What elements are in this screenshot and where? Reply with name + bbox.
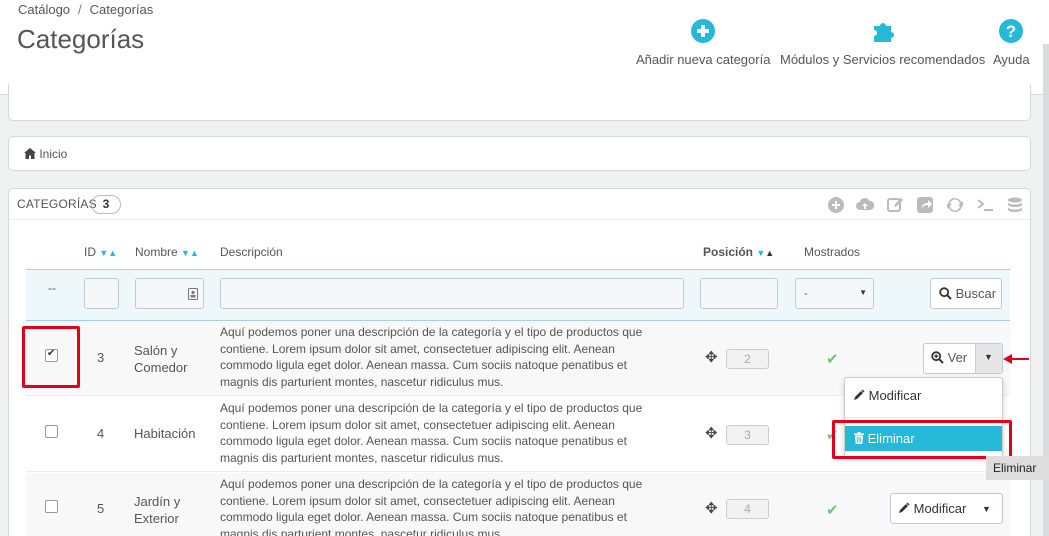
filter-displayed-select[interactable]: - ▼ xyxy=(795,278,874,309)
filter-name-input[interactable] xyxy=(135,278,204,309)
position-value: 2 xyxy=(726,349,769,369)
column-position[interactable]: Posición ▼▲ xyxy=(703,245,774,259)
count-badge: 3 xyxy=(91,195,121,214)
column-name[interactable]: Nombre ▼▲ xyxy=(135,245,199,259)
modify-button[interactable]: Modificar xyxy=(898,501,966,516)
recommended-modules-label: Módulos y Servicios recomendados xyxy=(780,52,986,67)
add-category-label: Añadir nueva categoría xyxy=(636,52,771,67)
help-button[interactable]: ? Ayuda xyxy=(993,18,1030,67)
sort-asc-icon[interactable]: ▲ xyxy=(190,248,199,258)
add-circle-icon xyxy=(691,19,716,43)
breadcrumb-parent[interactable]: Catálogo xyxy=(18,2,70,17)
zoom-in-icon xyxy=(931,351,944,364)
add-category-button[interactable]: Añadir nueva categoría xyxy=(636,18,770,67)
row-name: Salón y Comedor xyxy=(134,343,188,375)
search-button[interactable]: Buscar xyxy=(930,278,1002,309)
row-description: Aquí podemos poner una descripción de la… xyxy=(220,325,643,389)
tooltip: Eliminar xyxy=(986,456,1049,480)
filter-position-input[interactable] xyxy=(700,278,778,309)
panel-heading xyxy=(9,189,1030,220)
caret-down-icon[interactable]: ▼ xyxy=(982,504,991,514)
pencil-icon xyxy=(854,389,865,400)
annotation-arrow xyxy=(1003,354,1029,364)
sort-desc-icon[interactable]: ▼ xyxy=(181,248,190,258)
edit-icon[interactable] xyxy=(886,196,904,214)
caret-down-icon: ▼ xyxy=(859,288,867,297)
row-description: Aquí podemos poner una descripción de la… xyxy=(220,401,643,465)
position-value: 3 xyxy=(726,425,769,445)
help-icon: ? xyxy=(999,19,1024,43)
row-checkbox[interactable] xyxy=(45,425,58,438)
drag-handle-icon[interactable]: ✥ xyxy=(705,499,718,517)
export-icon[interactable] xyxy=(916,196,934,214)
sort-desc-icon[interactable]: ▼ xyxy=(99,248,108,258)
upload-icon[interactable] xyxy=(856,196,874,214)
home-label: Inicio xyxy=(39,147,68,161)
drag-handle-icon[interactable]: ✥ xyxy=(705,424,718,442)
home-icon xyxy=(24,148,36,159)
annotation-box xyxy=(832,420,1012,459)
caret-down-icon: ▼ xyxy=(984,352,993,362)
row-id: 5 xyxy=(97,501,105,516)
sort-asc-icon[interactable]: ▲ xyxy=(108,248,117,258)
row-id: 3 xyxy=(97,350,105,365)
row-name: Jardín y Exterior xyxy=(134,494,181,526)
row-description: Aquí podemos poner una descripción de la… xyxy=(220,477,643,536)
sort-desc-icon[interactable]: ▼ xyxy=(756,248,765,258)
breadcrumb-current: Categorías xyxy=(89,2,154,17)
view-button[interactable]: Ver xyxy=(931,350,967,365)
annotation-box xyxy=(22,326,80,388)
column-description: Descripción xyxy=(220,245,283,259)
row-checkbox[interactable] xyxy=(45,500,58,513)
pencil-icon xyxy=(899,502,910,513)
refresh-icon[interactable] xyxy=(946,196,964,214)
sort-asc-icon[interactable]: ▲ xyxy=(765,248,774,258)
row-name: Habitación xyxy=(134,426,196,441)
enabled-check-icon[interactable]: ✔ xyxy=(826,501,839,519)
row-id: 4 xyxy=(97,426,105,441)
help-label: Ayuda xyxy=(993,52,1030,67)
terminal-icon[interactable] xyxy=(976,196,994,214)
filter-dash: -- xyxy=(48,281,56,295)
category-nav-panel xyxy=(8,136,1031,171)
position-value: 4 xyxy=(726,499,769,519)
svg-text:?: ? xyxy=(1006,22,1016,41)
view-dropdown-toggle[interactable]: ▼ xyxy=(975,344,1002,373)
panel-title: CATEGORÍAS xyxy=(17,197,97,211)
add-icon[interactable] xyxy=(827,196,845,214)
dropdown-divider xyxy=(845,417,1002,418)
home-link[interactable]: Inicio xyxy=(24,147,67,161)
search-icon xyxy=(939,287,952,300)
empty-panel xyxy=(8,84,1031,121)
enabled-check-icon[interactable]: ✔ xyxy=(826,350,839,368)
drag-handle-icon[interactable]: ✥ xyxy=(705,348,718,366)
contact-card-icon xyxy=(188,288,198,300)
filter-id-input[interactable] xyxy=(84,278,119,309)
page-title: Categorías xyxy=(17,24,145,54)
recommended-modules-button[interactable]: Módulos y Servicios recomendados xyxy=(780,18,985,67)
breadcrumb: Catálogo / Categorías xyxy=(18,2,154,17)
filter-description-input[interactable] xyxy=(220,278,684,309)
column-displayed: Mostrados xyxy=(804,245,861,259)
database-icon[interactable] xyxy=(1006,196,1024,214)
column-id[interactable]: ID ▼▲ xyxy=(84,245,117,259)
puzzle-icon xyxy=(873,23,894,42)
dropdown-modify-item[interactable]: Modificar xyxy=(853,388,921,403)
